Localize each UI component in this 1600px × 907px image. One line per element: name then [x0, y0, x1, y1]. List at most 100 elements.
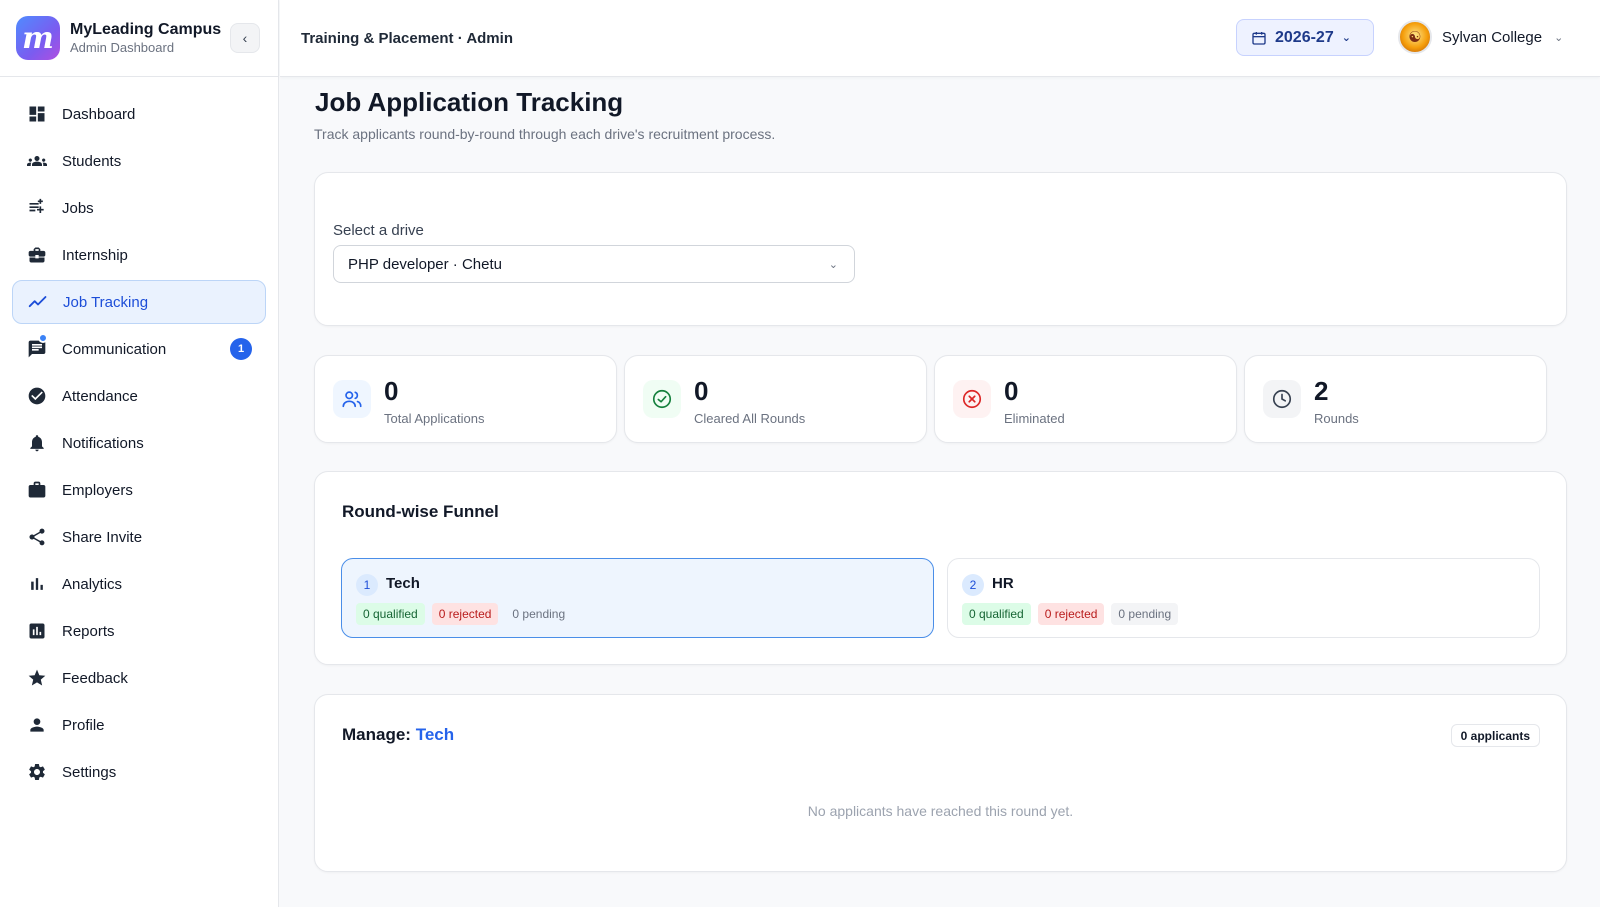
sidebar-item-job-tracking[interactable]: Job Tracking — [12, 280, 266, 324]
sidebar-item-communication[interactable]: Communication 1 — [12, 327, 266, 371]
sidebar-nav: Dashboard Students Jobs Internship Job T… — [0, 77, 278, 794]
sidebar-item-label: Employers — [62, 481, 133, 499]
sidebar-item-share-invite[interactable]: Share Invite — [12, 515, 266, 559]
jobs-icon — [26, 197, 48, 219]
clock-icon — [1263, 380, 1301, 418]
page-title: Job Application Tracking — [315, 87, 624, 117]
sidebar-item-notifications[interactable]: Notifications — [12, 421, 266, 465]
chevron-down-icon: ⌄ — [1341, 32, 1351, 44]
stat-value: 0 — [384, 376, 399, 406]
star-icon — [26, 667, 48, 689]
stat-label: Rounds — [1314, 411, 1359, 426]
page-subtitle: Track applicants round-by-round through … — [314, 126, 776, 142]
round-index: 2 — [962, 574, 984, 596]
pending-badge: 0 pending — [512, 607, 566, 621]
sidebar-item-analytics[interactable]: Analytics — [12, 562, 266, 606]
stat-total-applications: 0 Total Applications — [314, 355, 617, 443]
users-icon — [333, 380, 371, 418]
gear-icon — [26, 761, 48, 783]
brand-subtitle: Admin Dashboard — [70, 40, 175, 55]
sidebar-item-label: Notifications — [62, 434, 144, 452]
round-card-hr[interactable]: 2 HR 0 qualified 0 rejected 0 pending — [947, 558, 1540, 638]
stat-cleared-all-rounds: 0 Cleared All Rounds — [624, 355, 927, 443]
sidebar-item-label: Share Invite — [62, 528, 143, 546]
brand: m MyLeading Campus Admin Dashboard ‹ — [0, 0, 278, 77]
check-circle-icon — [643, 380, 681, 418]
sidebar-item-dashboard[interactable]: Dashboard — [12, 92, 266, 136]
sidebar-item-label: Students — [62, 152, 122, 170]
unread-count-badge: 1 — [230, 338, 252, 360]
round-name: Tech — [386, 575, 420, 592]
bar-chart-icon — [26, 573, 48, 595]
qualified-badge: 0 qualified — [962, 603, 1031, 625]
briefcase-icon — [26, 244, 48, 266]
sidebar-item-attendance[interactable]: Attendance — [12, 374, 266, 418]
sidebar-item-jobs[interactable]: Jobs — [12, 186, 266, 230]
sidebar-item-label: Analytics — [62, 575, 123, 593]
sidebar-item-feedback[interactable]: Feedback — [12, 656, 266, 700]
round-funnel-card: Round-wise Funnel 1 Tech 0 qualified 0 r… — [314, 471, 1567, 665]
drive-select[interactable]: PHP developer · Chetu ⌄ — [333, 245, 855, 283]
report-icon — [26, 620, 48, 642]
avatar: ☯ — [1398, 20, 1432, 54]
stat-label: Cleared All Rounds — [694, 411, 806, 426]
academic-year-value: 2026-27 — [1275, 28, 1334, 46]
sidebar-item-label: Internship — [62, 246, 128, 264]
sidebar-item-settings[interactable]: Settings — [12, 750, 266, 794]
sidebar-item-label: Feedback — [62, 669, 128, 687]
chevron-down-icon: ⌄ — [828, 258, 838, 271]
stat-value: 2 — [1314, 376, 1329, 406]
manage-round-card: Manage: Tech 0 applicants No applicants … — [314, 694, 1567, 872]
dashboard-icon — [26, 103, 48, 125]
drive-select-value: PHP developer · Chetu — [348, 255, 502, 273]
stat-eliminated: 0 Eliminated — [934, 355, 1237, 443]
pending-badge: 0 pending — [1111, 603, 1179, 625]
x-circle-icon — [953, 380, 991, 418]
user-name: Sylvan College — [1442, 28, 1543, 46]
manage-round-name: Tech — [415, 725, 455, 744]
sidebar-item-students[interactable]: Students — [12, 139, 266, 183]
sidebar-item-employers[interactable]: Employers — [12, 468, 266, 512]
sidebar-item-label: Attendance — [62, 387, 138, 405]
applicants-count-badge: 0 applicants — [1450, 724, 1540, 747]
sidebar-item-label: Profile — [62, 716, 105, 734]
sidebar-item-reports[interactable]: Reports — [12, 609, 266, 653]
brand-name: MyLeading Campus — [70, 21, 222, 38]
check-circle-icon — [26, 385, 48, 407]
brand-text: MyLeading Campus Admin Dashboard — [70, 20, 221, 56]
round-card-tech[interactable]: 1 Tech 0 qualified 0 rejected 0 pending — [341, 558, 934, 638]
collapse-sidebar-button[interactable]: ‹ — [230, 23, 260, 53]
stat-label: Total Applications — [384, 411, 485, 426]
stat-rounds: 2 Rounds — [1244, 355, 1547, 443]
brand-logo: m — [16, 16, 60, 60]
breadcrumb: Training & Placement · Admin — [301, 29, 513, 47]
students-icon — [26, 150, 48, 172]
case-icon — [26, 479, 48, 501]
manage-title: Manage: Tech — [342, 725, 454, 745]
rejected-badge: 0 rejected — [1037, 603, 1105, 625]
chevron-left-icon: ‹ — [242, 30, 248, 46]
funnel-title: Round-wise Funnel — [342, 502, 499, 521]
trend-icon — [27, 291, 49, 313]
drive-select-label: Select a drive — [333, 222, 424, 239]
round-stats: 0 qualified 0 rejected 0 pending — [356, 603, 579, 625]
sidebar-item-label: Dashboard — [62, 105, 136, 123]
empty-state-message: No applicants have reached this round ye… — [807, 803, 1074, 819]
share-icon — [26, 526, 48, 548]
stat-label: Eliminated — [1004, 411, 1065, 426]
calendar-icon — [1252, 31, 1266, 45]
rejected-badge: 0 rejected — [431, 603, 499, 625]
user-menu[interactable]: ☯ Sylvan College ⌄ — [1398, 20, 1563, 54]
sidebar-item-label: Settings — [62, 763, 117, 781]
stat-value: 0 — [694, 376, 709, 406]
academic-year-select[interactable]: 2026-27 ⌄ — [1236, 19, 1374, 56]
sidebar-item-label: Communication — [62, 340, 167, 358]
sidebar-item-label: Job Tracking — [63, 293, 149, 311]
sidebar-item-label: Reports — [62, 622, 115, 640]
round-name: HR — [992, 575, 1014, 592]
sidebar-item-internship[interactable]: Internship — [12, 233, 266, 277]
round-index: 1 — [356, 574, 378, 596]
top-bar: Training & Placement · Admin 2026-27 ⌄ ☯… — [280, 0, 1600, 77]
round-stats: 0 qualified 0 rejected 0 pending — [962, 603, 1185, 625]
sidebar-item-profile[interactable]: Profile — [12, 703, 266, 747]
